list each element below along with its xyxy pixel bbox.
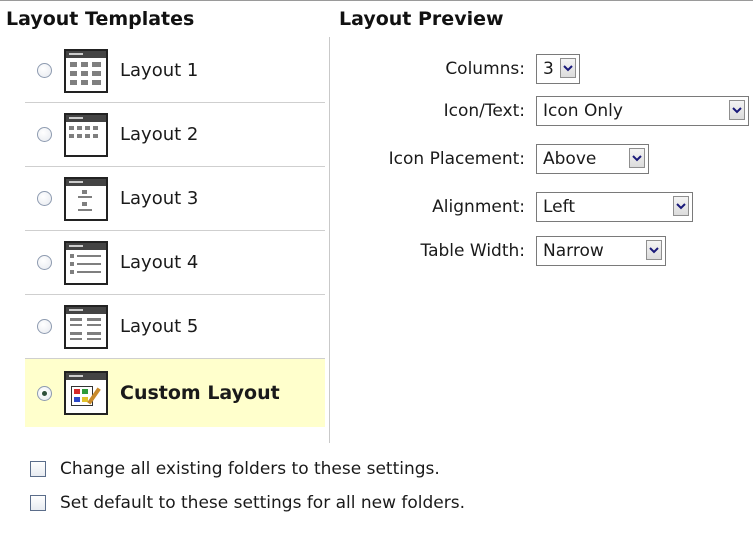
column-divider [329,37,330,443]
layout-option-5[interactable]: Layout 5 [25,295,325,359]
layout-option-3[interactable]: Layout 3 [25,167,325,231]
set-default-option[interactable]: Set default to these settings for all ne… [30,486,465,520]
alignment-row: Alignment: Left [340,192,750,222]
change-existing-label: Change all existing folders to these set… [60,459,440,479]
layout-1-radio[interactable] [37,63,52,78]
columns-value: 3 [543,59,554,79]
layout-preview-heading: Layout Preview [339,8,504,30]
layout-5-thumbnail-icon [64,304,108,349]
layout-option-1[interactable]: Layout 1 [25,39,325,103]
alignment-select[interactable]: Left [536,192,693,222]
layout-4-label: Layout 4 [120,252,199,273]
icon-text-select[interactable]: Icon Only [536,96,749,126]
icon-placement-value: Above [543,149,597,169]
chevron-down-icon[interactable] [673,196,689,216]
icon-text-value: Icon Only [543,101,623,121]
table-width-value: Narrow [543,241,604,261]
custom-layout-radio[interactable] [37,385,52,401]
set-default-label: Set default to these settings for all ne… [60,493,466,513]
layout-2-thumbnail-icon [64,112,108,157]
icon-placement-select[interactable]: Above [536,144,649,174]
layout-template-list: Layout 1 Layout 2 Layout 3 Layout 4 Layo… [25,39,325,427]
icon-placement-row: Icon Placement: Above [340,144,750,174]
icon-placement-label: Icon Placement: [388,149,525,169]
layout-3-thumbnail-icon [64,176,108,221]
icon-text-label: Icon/Text: [443,101,525,121]
top-border [0,0,753,1]
chevron-down-icon[interactable] [646,240,662,260]
layout-1-label: Layout 1 [120,60,199,81]
change-existing-checkbox[interactable] [30,461,46,477]
layout-5-label: Layout 5 [120,316,199,337]
layout-2-label: Layout 2 [120,124,199,145]
layout-3-radio[interactable] [37,191,52,206]
set-default-checkbox[interactable] [30,495,46,511]
custom-layout-option[interactable]: Custom Layout [25,359,325,427]
layout-4-thumbnail-icon [64,240,108,285]
change-existing-option[interactable]: Change all existing folders to these set… [30,452,465,486]
layout-3-label: Layout 3 [120,188,199,209]
folder-options: Change all existing folders to these set… [30,452,465,520]
columns-row: Columns: 3 [340,54,750,84]
layout-option-4[interactable]: Layout 4 [25,231,325,295]
chevron-down-icon[interactable] [729,100,745,120]
table-width-row: Table Width: Narrow [340,236,750,266]
chevron-down-icon[interactable] [629,148,645,168]
layout-2-radio[interactable] [37,127,52,142]
chevron-down-icon[interactable] [560,58,576,78]
columns-label: Columns: [445,59,525,79]
alignment-label: Alignment: [432,197,525,217]
layout-1-thumbnail-icon [64,48,108,93]
layout-4-radio[interactable] [37,255,52,270]
icon-text-row: Icon/Text: Icon Only [340,96,750,126]
table-width-select[interactable]: Narrow [536,236,666,266]
layout-5-radio[interactable] [37,319,52,334]
layout-option-2[interactable]: Layout 2 [25,103,325,167]
custom-layout-label: Custom Layout [120,382,280,404]
table-width-label: Table Width: [420,241,525,261]
alignment-value: Left [543,197,575,217]
custom-layout-palette-icon [64,371,108,415]
layout-templates-heading: Layout Templates [6,8,195,30]
columns-select[interactable]: 3 [536,54,580,84]
